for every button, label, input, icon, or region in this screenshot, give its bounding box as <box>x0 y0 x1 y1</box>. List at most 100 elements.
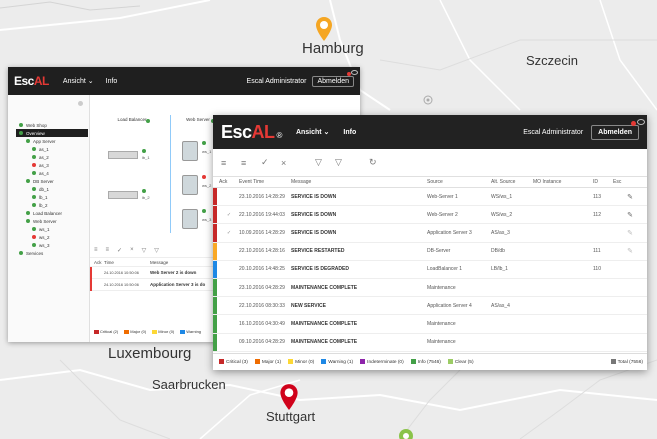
alarm-toolbar: ≡ ≡ ✓ × ▽ ▽ ↻ <box>213 149 647 176</box>
severity-count-label: Indeterminate (0) <box>367 359 404 365</box>
escalate-pencil-icon[interactable]: ✎ <box>627 248 633 255</box>
nav-view-menu[interactable]: Ansicht ⌄ <box>296 128 329 136</box>
severity-count-filter[interactable]: Warning (1) <box>321 359 353 365</box>
alarm-row[interactable]: 20.10.2016 14:48:25 SERVICE IS DEGRADED Lo… <box>213 260 647 279</box>
funnel-clear-icon[interactable]: ▽ <box>335 157 369 168</box>
funnel-icon[interactable]: ▽ <box>315 157 335 168</box>
tree-item[interactable]: as_2 <box>16 153 88 161</box>
message-cell: SERVICE IS DOWN <box>291 187 427 207</box>
status-dot-icon <box>32 235 36 239</box>
list-filter-icon[interactable]: ≡ <box>94 247 98 253</box>
check-icon[interactable]: ✓ <box>117 247 122 254</box>
list-filter-alt-icon[interactable]: ≡ <box>241 158 261 168</box>
severity-count-filter[interactable]: Minor (0) <box>288 359 314 365</box>
severity-bar <box>213 278 217 296</box>
tree-item[interactable]: ws_2 <box>16 233 88 241</box>
alarm-row[interactable]: 23.10.2016 14:28:29 SERVICE IS DOWN Web-Se… <box>213 187 647 207</box>
tree-item[interactable]: lb_2 <box>16 201 88 209</box>
severity-count-filter[interactable]: Major (1) <box>254 359 281 365</box>
nav-info[interactable]: Info <box>106 78 118 85</box>
tree-item[interactable]: db_1 <box>16 185 88 193</box>
nav-view-menu[interactable]: Ansicht ⌄ <box>63 77 94 85</box>
tree-item[interactable]: Services <box>16 249 88 257</box>
tree-item[interactable]: Web Shop <box>16 121 88 129</box>
severity-count-filter[interactable]: Indeterminate (0) <box>360 359 404 365</box>
server-lb-1-icon[interactable] <box>108 151 138 159</box>
list-filter-alt-icon[interactable]: ≡ <box>106 247 110 253</box>
alarm-row[interactable]: 09.10.2016 04:28:29 MAINTENANCE COMPLETE M… <box>213 333 647 352</box>
col-event-time[interactable]: Event Time <box>239 176 291 188</box>
alarm-message: Web Server 2 is down <box>150 270 197 275</box>
funnel-icon[interactable]: ▽ <box>142 247 147 254</box>
col-id[interactable]: ID <box>593 176 613 188</box>
tree-item[interactable]: Overview <box>16 129 88 137</box>
logout-button[interactable]: Abmelden <box>312 75 354 87</box>
lb-2-status <box>142 189 146 193</box>
tree-item[interactable]: as_4 <box>16 169 88 177</box>
escalate-pencil-icon[interactable]: ✎ <box>627 212 633 219</box>
tree-item[interactable]: ws_1 <box>16 225 88 233</box>
nav-info[interactable]: Info <box>343 129 356 136</box>
alarm-row[interactable]: 23.10.2016 04:28:29 MAINTENANCE COMPLETE M… <box>213 278 647 298</box>
escalate-pencil-icon[interactable]: ✎ <box>627 230 633 237</box>
user-name: Escal Administrator <box>246 77 307 85</box>
funnel-clear-icon[interactable]: ▽ <box>154 247 159 254</box>
tree-item[interactable]: DB Server <box>16 177 88 185</box>
close-icon[interactable]: × <box>130 247 134 253</box>
server-ws-1-icon[interactable] <box>182 141 198 161</box>
alt-source-cell <box>491 314 533 334</box>
check-icon[interactable]: ✓ <box>261 157 281 168</box>
source-cell: DB-Server <box>427 242 491 261</box>
tree-item-label: as_2 <box>39 154 49 160</box>
col-mo-instance[interactable]: MO Instance <box>533 176 593 188</box>
severity-count-filter[interactable]: Critical (3) <box>219 359 248 365</box>
close-icon[interactable]: × <box>281 158 315 168</box>
server-lb-2-icon[interactable] <box>108 191 138 199</box>
tree-item[interactable]: ws_3 <box>16 241 88 249</box>
col-alt-source[interactable]: Alt. Source <box>491 176 533 188</box>
col-source[interactable]: Source <box>427 176 491 188</box>
tree-item[interactable]: Load Balancer <box>16 209 88 217</box>
tree-item[interactable]: App Server <box>16 137 88 145</box>
col-ack[interactable]: Ack <box>219 176 239 188</box>
escalate-cell: ✎ <box>613 205 647 225</box>
alarm-row[interactable]: ✓ 22.10.2016 19:44:03 SERVICE IS DOWN Web-S… <box>213 205 647 225</box>
escalate-pencil-icon[interactable]: ✎ <box>627 194 633 201</box>
col-time[interactable]: Time <box>104 260 150 265</box>
refresh-icon[interactable]: ↻ <box>369 157 377 168</box>
server-ws-2-icon[interactable] <box>182 175 198 195</box>
mo-instance-cell <box>533 242 593 261</box>
map-pin-hamburg-icon[interactable] <box>315 16 333 42</box>
tree-item[interactable]: as_1 <box>16 145 88 153</box>
alt-source-cell <box>491 278 533 298</box>
tree-item[interactable]: as_3 <box>16 161 88 169</box>
col-message[interactable]: Message <box>291 176 427 188</box>
city-label-luxembourg: Luxembourg <box>108 345 192 362</box>
alarm-row[interactable]: 16.10.2016 04:30:49 MAINTENANCE COMPLETE M… <box>213 314 647 334</box>
tree-item-label: ws_2 <box>39 234 50 240</box>
alarm-row[interactable]: 22.10.2016 08:30:33 NEW SERVICE Applicatio… <box>213 296 647 316</box>
tree-item[interactable]: lb_1 <box>16 193 88 201</box>
status-dot-icon <box>26 219 30 223</box>
event-time-cell: 09.10.2016 04:28:29 <box>239 333 291 352</box>
ack-cell <box>219 296 239 316</box>
eye-icon[interactable] <box>637 119 645 125</box>
city-label-szczecin: Szczecin <box>526 53 579 68</box>
server-ws-3-icon[interactable] <box>182 209 198 229</box>
map-pin-stuttgart-icon[interactable] <box>279 383 299 411</box>
col-esc[interactable]: Esc <box>613 176 647 188</box>
severity-count-filter[interactable]: Info (7546) <box>410 359 441 365</box>
alt-source-cell: LB/lb_1 <box>491 260 533 279</box>
col-message[interactable]: Message <box>150 260 168 265</box>
alarm-row[interactable]: 22.10.2016 14:28:16 SERVICE RESTARTED DB-S… <box>213 242 647 261</box>
alt-source-cell: AS/as_3 <box>491 223 533 243</box>
logout-button[interactable]: Abmelden <box>591 124 639 140</box>
list-filter-icon[interactable]: ≡ <box>221 158 241 168</box>
col-ack[interactable]: Ack <box>90 260 104 265</box>
map-pin-bottom-icon[interactable] <box>398 428 414 439</box>
eye-icon[interactable] <box>351 70 358 75</box>
severity-count-filter[interactable]: Clear (5) <box>447 359 474 365</box>
alarm-row[interactable]: ✓ 10.09.2016 14:28:29 SERVICE IS DOWN Appli… <box>213 223 647 243</box>
tree-search-icon[interactable] <box>78 101 83 106</box>
tree-item[interactable]: Web Server <box>16 217 88 225</box>
